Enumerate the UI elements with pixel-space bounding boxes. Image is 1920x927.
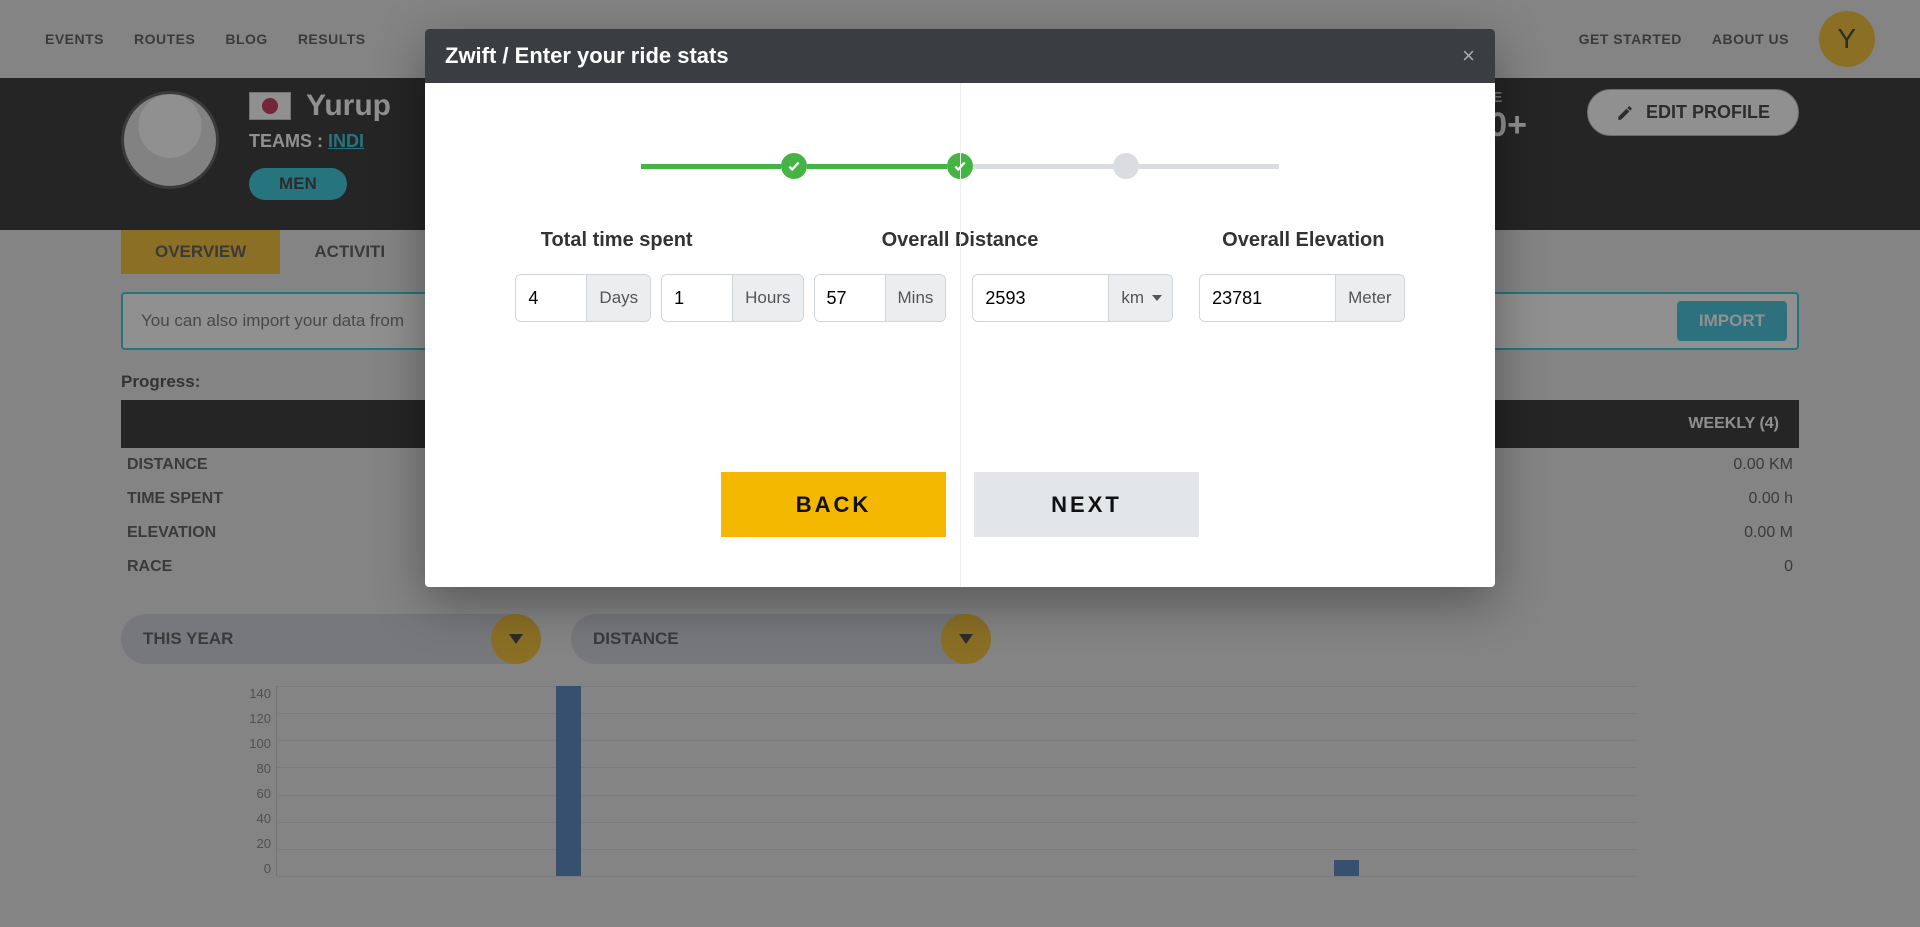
- modal-divider: [960, 83, 961, 587]
- days-unit: Days: [586, 275, 650, 321]
- time-section-label: Total time spent: [445, 229, 788, 252]
- distance-group: km: [972, 274, 1173, 322]
- ride-stats-modal: Zwift / Enter your ride stats × Total ti…: [425, 29, 1495, 587]
- modal-title: Zwift / Enter your ride stats: [445, 43, 729, 69]
- distance-input[interactable]: [973, 275, 1108, 321]
- elevation-section-label: Overall Elevation: [1132, 229, 1475, 252]
- hours-input[interactable]: [662, 275, 732, 321]
- step-1-done-icon: [781, 153, 807, 179]
- hours-unit: Hours: [732, 275, 802, 321]
- mins-input[interactable]: [815, 275, 885, 321]
- step-3-pending-icon: [1113, 153, 1139, 179]
- elevation-input[interactable]: [1200, 275, 1335, 321]
- mins-unit: Mins: [885, 275, 946, 321]
- elevation-group: Meter: [1199, 274, 1404, 322]
- back-button[interactable]: BACK: [721, 472, 946, 537]
- time-group: Days Hours Mins: [515, 274, 946, 322]
- days-input[interactable]: [516, 275, 586, 321]
- modal-header: Zwift / Enter your ride stats ×: [425, 29, 1495, 83]
- elevation-unit: Meter: [1335, 275, 1403, 321]
- close-icon[interactable]: ×: [1462, 43, 1475, 69]
- distance-unit-select[interactable]: km: [1108, 275, 1172, 321]
- next-button[interactable]: NEXT: [974, 472, 1199, 537]
